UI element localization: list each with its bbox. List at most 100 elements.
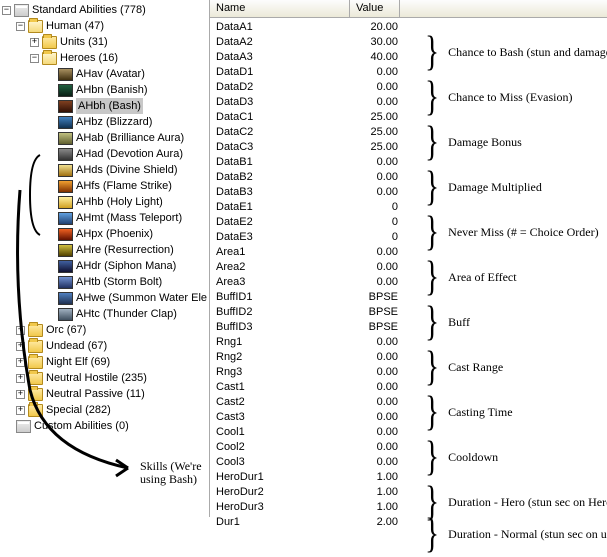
table-row[interactable]: DataA230.00	[210, 34, 607, 49]
table-row[interactable]: Rng20.00	[210, 349, 607, 364]
field-value: 0.00	[350, 246, 406, 258]
ability-item[interactable]: AHpx (Phoenix)	[44, 226, 209, 242]
tree-orc[interactable]: +Orc (67)	[16, 322, 209, 338]
table-row[interactable]: DataD10.00	[210, 64, 607, 79]
tree-hostile[interactable]: +Neutral Hostile (235)	[16, 370, 209, 386]
table-row[interactable]: DataC125.00	[210, 109, 607, 124]
table-row[interactable]: Cool20.00	[210, 439, 607, 454]
table-row[interactable]: DataB20.00	[210, 169, 607, 184]
ability-label: AHad (Devotion Aura)	[76, 146, 183, 162]
field-name: Cool2	[210, 441, 350, 453]
no-expand-icon	[44, 118, 55, 127]
tree-label: Units (31)	[60, 34, 108, 50]
ability-item[interactable]: AHav (Avatar)	[44, 66, 209, 82]
field-name: DataE2	[210, 216, 350, 228]
field-name: Rng1	[210, 336, 350, 348]
table-row[interactable]: DataE10	[210, 199, 607, 214]
tree-special[interactable]: +Special (282)	[16, 402, 209, 418]
ability-item[interactable]: AHad (Devotion Aura)	[44, 146, 209, 162]
collapse-icon[interactable]: −	[2, 6, 11, 15]
ability-item[interactable]: AHmt (Mass Teleport)	[44, 210, 209, 226]
ability-item[interactable]: AHdr (Siphon Mana)	[44, 258, 209, 274]
tree-passive[interactable]: +Neutral Passive (11)	[16, 386, 209, 402]
field-name: Rng3	[210, 366, 350, 378]
tree-undead[interactable]: +Undead (67)	[16, 338, 209, 354]
table-row[interactable]: DataE20	[210, 214, 607, 229]
field-value: 0.00	[350, 396, 406, 408]
field-value: 0.00	[350, 186, 406, 198]
table-row[interactable]: Cast20.00	[210, 394, 607, 409]
table-row[interactable]: BuffID3BPSE	[210, 319, 607, 334]
expand-icon[interactable]: +	[16, 406, 25, 415]
tree-units[interactable]: + Units (31)	[30, 34, 209, 50]
table-row[interactable]: Cool10.00	[210, 424, 607, 439]
table-row[interactable]: Rng30.00	[210, 364, 607, 379]
tree-root[interactable]: − Standard Abilities (778)	[2, 2, 209, 18]
ability-tree[interactable]: − Standard Abilities (778) − Human (47)	[2, 2, 209, 434]
collapse-icon[interactable]: −	[16, 22, 25, 31]
table-row[interactable]: DataC225.00	[210, 124, 607, 139]
table-row[interactable]: DataE30	[210, 229, 607, 244]
book-icon	[14, 4, 29, 17]
table-row[interactable]: HeroDur11.00	[210, 469, 607, 484]
ability-icon	[58, 308, 73, 321]
ability-item[interactable]: AHbh (Bash)	[44, 98, 209, 114]
no-expand-icon	[44, 86, 55, 95]
table-row[interactable]: Cool30.00	[210, 454, 607, 469]
ability-icon	[58, 276, 73, 289]
table-row[interactable]: DataA120.00	[210, 19, 607, 34]
field-value: 2.00	[350, 516, 406, 528]
field-value: 0.00	[350, 171, 406, 183]
field-value: BPSE	[350, 321, 406, 333]
field-name: HeroDur1	[210, 471, 350, 483]
ability-item[interactable]: AHbn (Banish)	[44, 82, 209, 98]
expand-icon[interactable]: +	[30, 38, 39, 47]
ability-item[interactable]: AHre (Resurrection)	[44, 242, 209, 258]
column-header-name[interactable]: Name	[210, 0, 350, 17]
table-row[interactable]: DataD30.00	[210, 94, 607, 109]
ability-icon	[58, 100, 73, 113]
table-row[interactable]: Dur12.00	[210, 514, 607, 529]
ability-label: AHbn (Banish)	[76, 82, 148, 98]
table-row[interactable]: Area10.00	[210, 244, 607, 259]
column-header-value[interactable]: Value	[350, 0, 400, 17]
table-row[interactable]: HeroDur21.00	[210, 484, 607, 499]
table-row[interactable]: DataB10.00	[210, 154, 607, 169]
ability-label: AHtc (Thunder Clap)	[76, 306, 177, 322]
ability-label: AHbh (Bash)	[76, 98, 143, 114]
ability-item[interactable]: AHwe (Summon Water Ele	[44, 290, 209, 306]
ability-item[interactable]: AHfs (Flame Strike)	[44, 178, 209, 194]
expand-icon[interactable]: +	[16, 342, 25, 351]
expand-icon[interactable]: +	[16, 358, 25, 367]
table-row[interactable]: BuffID2BPSE	[210, 304, 607, 319]
tree-nightelf[interactable]: +Night Elf (69)	[16, 354, 209, 370]
table-row[interactable]: DataA340.00	[210, 49, 607, 64]
table-row[interactable]: Rng10.00	[210, 334, 607, 349]
expand-icon[interactable]: +	[16, 374, 25, 383]
tree-heroes[interactable]: − Heroes (16)	[30, 50, 209, 66]
table-row[interactable]: HeroDur31.00	[210, 499, 607, 514]
table-row[interactable]: Area20.00	[210, 259, 607, 274]
ability-item[interactable]: AHhb (Holy Light)	[44, 194, 209, 210]
field-value: 25.00	[350, 111, 406, 123]
expand-icon[interactable]: +	[16, 390, 25, 399]
table-row[interactable]: DataD20.00	[210, 79, 607, 94]
collapse-icon[interactable]: −	[30, 54, 39, 63]
table-row[interactable]: DataB30.00	[210, 184, 607, 199]
ability-item[interactable]: AHtb (Storm Bolt)	[44, 274, 209, 290]
table-row[interactable]: Cast30.00	[210, 409, 607, 424]
tree-human[interactable]: − Human (47)	[16, 18, 209, 34]
field-value: BPSE	[350, 306, 406, 318]
field-value: 1.00	[350, 486, 406, 498]
ability-item[interactable]: AHbz (Blizzard)	[44, 114, 209, 130]
table-row[interactable]: DataC325.00	[210, 139, 607, 154]
table-row[interactable]: Cast10.00	[210, 379, 607, 394]
table-row[interactable]: BuffID1BPSE	[210, 289, 607, 304]
tree-custom[interactable]: Custom Abilities (0)	[2, 418, 209, 434]
expand-icon[interactable]: +	[16, 326, 25, 335]
table-row[interactable]: Area30.00	[210, 274, 607, 289]
ability-item[interactable]: AHtc (Thunder Clap)	[44, 306, 209, 322]
field-name: DataC3	[210, 141, 350, 153]
ability-item[interactable]: AHab (Brilliance Aura)	[44, 130, 209, 146]
ability-item[interactable]: AHds (Divine Shield)	[44, 162, 209, 178]
